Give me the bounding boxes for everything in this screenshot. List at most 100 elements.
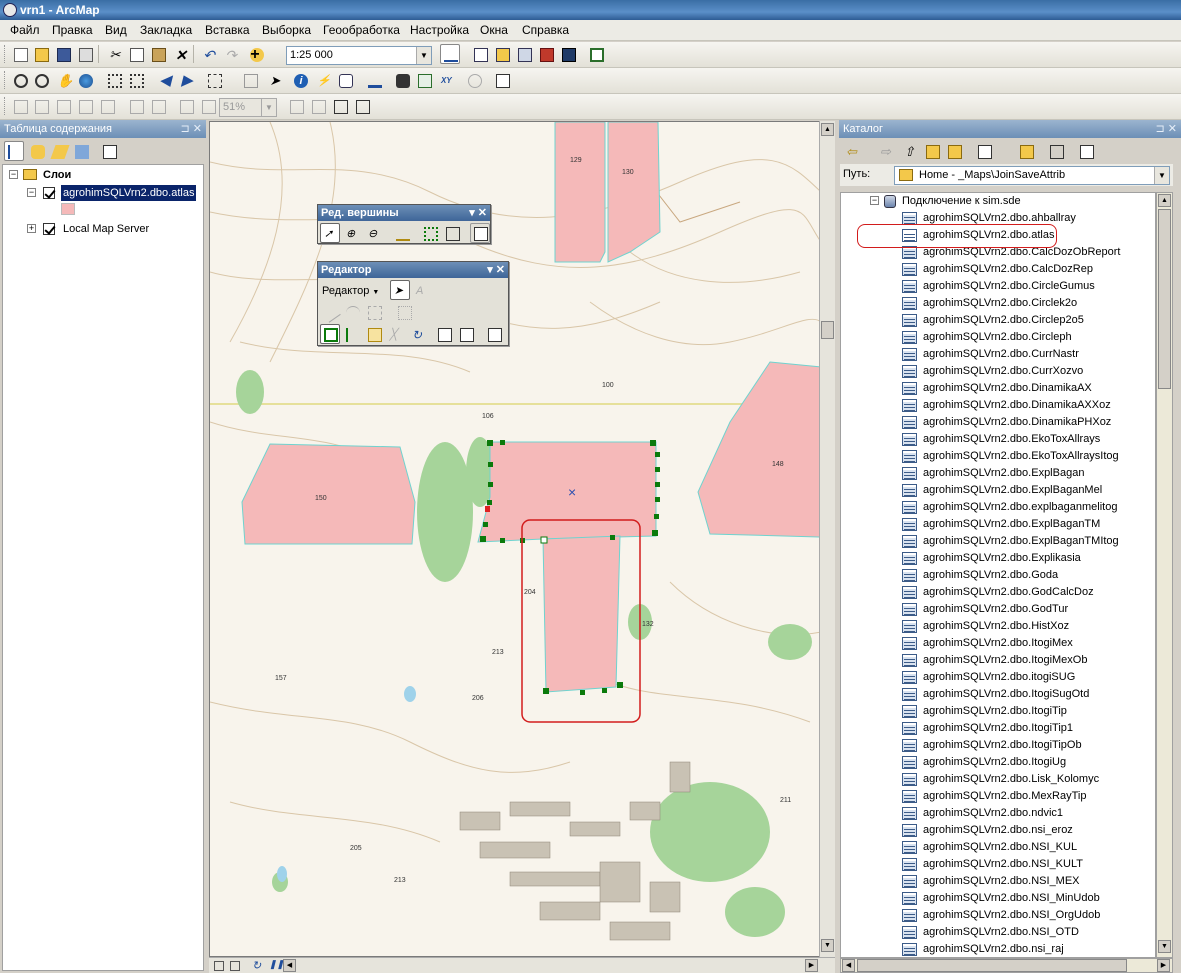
scroll-left-icon[interactable]: ◀ xyxy=(842,959,855,972)
select-elements-button[interactable]: ➤ xyxy=(264,70,284,90)
editor-toolbar-button[interactable] xyxy=(440,44,460,64)
chevron-down-icon[interactable]: ▼ xyxy=(416,47,431,64)
go-back-button[interactable]: ◀ xyxy=(154,70,174,90)
layer-symbol-swatch[interactable] xyxy=(61,203,75,215)
collapse-icon[interactable]: − xyxy=(27,188,36,197)
close-icon[interactable]: ▾ ✕ xyxy=(487,262,505,278)
full-extent-button[interactable] xyxy=(75,70,95,90)
delete-vertex-button[interactable]: ⊖ xyxy=(364,223,384,243)
copy-button[interactable] xyxy=(126,44,146,64)
curve-button[interactable] xyxy=(342,302,362,322)
data-view-button[interactable] xyxy=(211,958,226,973)
menu-geoprocessing[interactable]: Геообработка xyxy=(323,20,400,37)
layout-pan-button[interactable] xyxy=(53,96,73,116)
catalog-horizontal-scrollbar[interactable]: ◀ ▶ xyxy=(840,958,1173,973)
create-features-button[interactable] xyxy=(484,324,504,344)
sketch-properties-button[interactable] xyxy=(470,223,490,243)
modify-sketch-vertices-button[interactable]: ➚ xyxy=(320,223,340,243)
pan-button[interactable]: ✋ xyxy=(53,70,73,90)
identify-button[interactable]: i xyxy=(290,70,310,90)
list-by-visibility-button[interactable] xyxy=(49,141,70,161)
data-driven-pages-button[interactable] xyxy=(352,96,372,116)
scroll-right-icon[interactable]: ▶ xyxy=(805,959,818,972)
catalog-back-button[interactable]: ⇦ xyxy=(842,141,872,161)
catalog-up-button[interactable]: ⇧ xyxy=(900,141,920,161)
change-layout-button[interactable] xyxy=(330,96,350,116)
layers-root[interactable]: − Слои xyxy=(9,167,189,183)
new-button[interactable] xyxy=(10,44,30,64)
toc-layer-atlas[interactable]: − agrohimSQLVrn2.dbo.atlas xyxy=(27,185,203,201)
menu-help[interactable]: Справка xyxy=(522,20,569,37)
save-button[interactable] xyxy=(53,44,73,64)
split-button[interactable]: ╳ xyxy=(386,324,406,344)
zoom-percent-combo[interactable]: 51% ▼ xyxy=(219,98,277,117)
layout-zoom-out-button[interactable] xyxy=(31,96,51,116)
toc-options-button[interactable] xyxy=(99,141,119,161)
find-route-button[interactable] xyxy=(414,70,434,90)
menu-edit[interactable]: Правка xyxy=(52,20,93,37)
scroll-thumb[interactable] xyxy=(821,321,834,339)
editor-titlebar[interactable]: Редактор ▾ ✕ xyxy=(318,262,508,278)
list-by-drawing-order-button[interactable] xyxy=(4,141,24,161)
scroll-thumb[interactable] xyxy=(857,959,1127,972)
continue-feature-button[interactable] xyxy=(392,223,412,243)
reshape-feature-button[interactable] xyxy=(342,324,362,344)
layout-view-button[interactable] xyxy=(227,958,242,973)
menu-view[interactable]: Вид xyxy=(105,20,127,37)
chevron-down-icon[interactable]: ▼ xyxy=(1154,167,1169,184)
measure-button[interactable] xyxy=(364,70,384,90)
undo-button[interactable]: ↶ xyxy=(198,44,218,64)
reshape-button[interactable] xyxy=(442,223,462,243)
menu-selection[interactable]: Выборка xyxy=(262,20,311,37)
collapse-icon[interactable]: − xyxy=(870,196,879,205)
scroll-up-icon[interactable]: ▲ xyxy=(821,123,834,136)
refresh-button[interactable]: ↻ xyxy=(249,958,264,973)
arctoolbox-button[interactable] xyxy=(536,44,556,64)
layout-fixed-in-button[interactable] xyxy=(126,96,146,116)
python-button[interactable] xyxy=(558,44,578,64)
zoom-in-button[interactable] xyxy=(10,70,30,90)
generalize-button[interactable] xyxy=(420,223,440,243)
menu-file[interactable]: Файл xyxy=(10,20,40,37)
layer-visibility-checkbox[interactable] xyxy=(43,187,55,199)
focus-data-frame-button[interactable] xyxy=(308,96,328,116)
sketch-properties-button[interactable] xyxy=(456,324,476,344)
scroll-up-icon[interactable]: ▲ xyxy=(1158,194,1171,207)
catalog-connect-folder-button[interactable] xyxy=(944,141,964,161)
scroll-right-icon[interactable]: ▶ xyxy=(1157,959,1170,972)
toc-layer-local-map-server[interactable]: + Local Map Server xyxy=(27,221,203,237)
catalog-view-button[interactable] xyxy=(974,141,1004,161)
scroll-down-icon[interactable]: ▼ xyxy=(821,939,834,952)
attributes-button[interactable] xyxy=(434,324,454,344)
modelbuilder-button[interactable] xyxy=(586,44,606,64)
layer-visibility-checkbox[interactable] xyxy=(43,223,55,235)
close-icon[interactable]: ▾ ✕ xyxy=(469,205,487,221)
select-features-button[interactable] xyxy=(204,70,234,90)
html-popup-button[interactable] xyxy=(335,70,355,90)
toolbar-grip[interactable] xyxy=(4,45,7,63)
add-vertex-button[interactable]: ⊕ xyxy=(342,223,362,243)
catalog-home-button[interactable] xyxy=(922,141,942,161)
paste-button[interactable] xyxy=(148,44,168,64)
table-of-contents-button[interactable] xyxy=(470,44,490,64)
map-canvas[interactable]: × 129 130 150 148 106 100 213 206 157 21… xyxy=(210,122,820,957)
catalog-forward-button[interactable]: ⇨ xyxy=(876,141,896,161)
zoom-out-button[interactable] xyxy=(31,70,51,90)
catalog-vertical-scrollbar[interactable]: ▲ ▼ xyxy=(1156,192,1173,958)
straight-segment-button[interactable] xyxy=(320,302,341,323)
scroll-left-icon[interactable]: ◀ xyxy=(283,959,296,972)
rotate-button[interactable]: ↻ xyxy=(408,324,428,344)
delete-button[interactable]: ✕ xyxy=(170,44,190,64)
layout-full-page-button[interactable] xyxy=(75,96,95,116)
layout-zoom-in-button[interactable] xyxy=(10,96,30,116)
fixed-zoom-in-button[interactable] xyxy=(104,70,124,90)
scroll-thumb[interactable] xyxy=(1158,209,1171,389)
catalog-toggle-tree-button[interactable] xyxy=(1046,141,1066,161)
fixed-zoom-out-button[interactable] xyxy=(126,70,146,90)
list-by-source-button[interactable] xyxy=(27,141,47,161)
catalog-options-button[interactable] xyxy=(1076,141,1096,161)
go-to-xy-button[interactable]: XY xyxy=(437,70,457,90)
chevron-down-icon[interactable]: ▼ xyxy=(261,99,276,116)
layout-100-button[interactable] xyxy=(97,96,117,116)
layout-fixed-out-button[interactable] xyxy=(148,96,168,116)
